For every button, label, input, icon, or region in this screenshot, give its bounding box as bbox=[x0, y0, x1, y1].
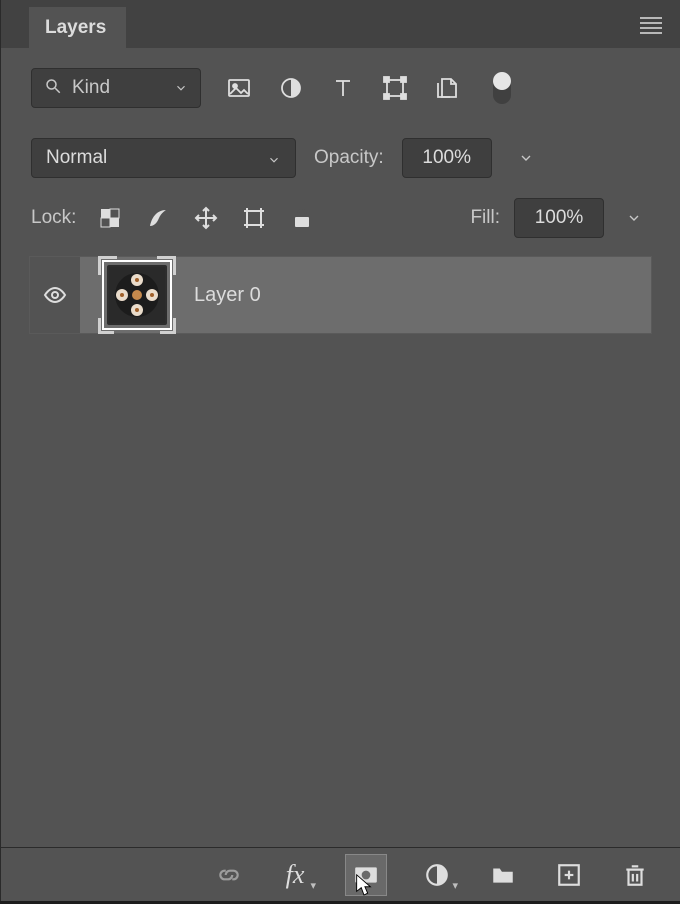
layers-panel: Layers Kind bbox=[0, 0, 680, 901]
lock-label: Lock: bbox=[31, 207, 76, 229]
link-layers-icon[interactable] bbox=[214, 860, 244, 890]
search-icon bbox=[44, 77, 62, 100]
fill-input[interactable]: 100% bbox=[514, 198, 604, 238]
chevron-down-icon bbox=[174, 81, 188, 95]
add-mask-icon[interactable] bbox=[346, 855, 386, 895]
lock-pixels-icon[interactable] bbox=[144, 204, 172, 232]
fill-value: 100% bbox=[535, 207, 584, 229]
layer-filter-row: Kind bbox=[1, 48, 680, 128]
opacity-value: 100% bbox=[422, 147, 471, 169]
filter-kind-select[interactable]: Kind bbox=[31, 68, 201, 108]
lock-row: Lock: Fill: 100% bbox=[1, 188, 680, 248]
blend-row: Normal Opacity: 100% bbox=[1, 128, 680, 188]
lock-position-icon[interactable] bbox=[192, 204, 220, 232]
filter-adjustment-icon[interactable] bbox=[277, 74, 305, 102]
bottom-toolbar: fx▾ ▾ bbox=[1, 847, 680, 901]
layers-list: Layer 0 bbox=[1, 248, 680, 847]
opacity-chevron[interactable] bbox=[510, 138, 542, 178]
filter-shape-icon[interactable] bbox=[381, 74, 409, 102]
visibility-toggle[interactable] bbox=[30, 257, 80, 333]
opacity-label: Opacity: bbox=[314, 147, 384, 169]
lock-artboard-icon[interactable] bbox=[240, 204, 268, 232]
panel-content: Kind bbox=[1, 48, 680, 847]
delete-layer-icon[interactable] bbox=[620, 860, 650, 890]
adjustment-layer-icon[interactable]: ▾ bbox=[422, 860, 452, 890]
new-layer-icon[interactable] bbox=[554, 860, 584, 890]
new-group-icon[interactable] bbox=[488, 860, 518, 890]
chevron-down-icon bbox=[267, 151, 281, 165]
layer-name[interactable]: Layer 0 bbox=[194, 284, 261, 307]
fill-label: Fill: bbox=[470, 207, 500, 229]
panel-menu-icon[interactable] bbox=[640, 14, 662, 36]
layer-row[interactable]: Layer 0 bbox=[29, 256, 652, 334]
filter-type-icon[interactable] bbox=[329, 74, 357, 102]
lock-all-icon[interactable] bbox=[288, 204, 316, 232]
blend-mode-select[interactable]: Normal bbox=[31, 138, 296, 178]
filter-pixel-icon[interactable] bbox=[225, 74, 253, 102]
opacity-input[interactable]: 100% bbox=[402, 138, 492, 178]
panel-tabbar: Layers bbox=[1, 0, 680, 48]
blend-mode-value: Normal bbox=[46, 147, 107, 169]
layer-style-icon[interactable]: fx▾ bbox=[280, 860, 310, 890]
tab-layers[interactable]: Layers bbox=[29, 7, 126, 49]
filter-smartobject-icon[interactable] bbox=[433, 74, 461, 102]
fill-chevron[interactable] bbox=[618, 198, 650, 238]
layer-thumbnail[interactable] bbox=[102, 260, 172, 330]
filter-toggle[interactable] bbox=[493, 72, 511, 104]
lock-transparency-icon[interactable] bbox=[96, 204, 124, 232]
filter-kind-label: Kind bbox=[72, 77, 110, 99]
